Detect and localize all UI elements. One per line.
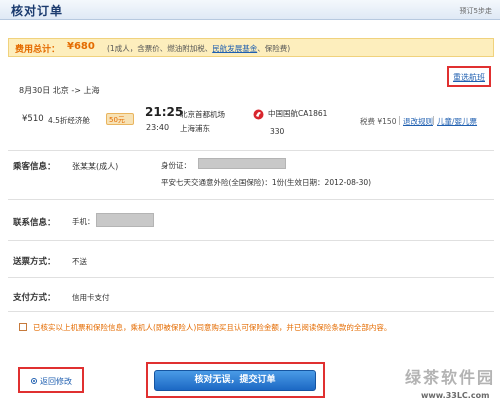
phone-number-redacted <box>96 213 154 227</box>
total-note-prefix: (1成人，含票价、燃油附加税、 <box>107 44 213 53</box>
phone-label: 手机： <box>72 217 95 226</box>
airline-logo-icon <box>253 109 264 120</box>
passenger-name: 张某某(成人) <box>72 162 119 171</box>
id-label: 身份证： <box>161 161 191 170</box>
total-amount: ¥680 <box>67 41 95 52</box>
total-cost-bar: 费用总计： ¥680 (1成人，含票价、燃油附加税、民航发展基金、保险费) <box>8 38 494 57</box>
total-note-suffix: 、保险费) <box>257 44 291 53</box>
section-divider <box>8 150 494 151</box>
back-edit-link[interactable]: 返回修改 <box>40 376 72 387</box>
delivery-label: 送票方式： <box>13 257 56 267</box>
back-edit-highlight[interactable]: 返回修改 <box>18 367 84 393</box>
section-divider <box>8 240 494 241</box>
submit-highlight: 核对无误，提交订单 <box>146 362 325 398</box>
arrival-airport: 上海浦东 <box>180 124 210 133</box>
agreement-text: 已核实以上机票和保险信息，乘机人(即被保险人)同意购买且认可保险金额，并已阅读保… <box>33 323 392 332</box>
contact-label: 联系信息： <box>13 218 56 228</box>
tax-fee: 税费 ¥150 <box>360 117 397 126</box>
ticket-price: ¥510 <box>22 114 44 124</box>
step-indicator: 预订5步走 <box>459 7 492 15</box>
watermark-url: www.33LC.com <box>421 391 490 400</box>
child-infant-ticket-link[interactable]: 儿童/婴儿票 <box>437 116 477 127</box>
airline-name: 中国国航CA1861 <box>268 109 328 118</box>
id-number-redacted <box>198 158 286 169</box>
watermark-brand: 绿茶软件园 <box>405 368 496 387</box>
payment-method: 信用卡支付 <box>72 293 110 302</box>
divider <box>433 116 434 125</box>
rebook-flight-link[interactable]: 重选航班 <box>453 72 485 83</box>
total-label: 费用总计： <box>15 45 61 55</box>
delivery-method: 不送 <box>72 257 87 266</box>
page-title: 核对订单 <box>11 4 64 18</box>
flight-date-route: 8月30日 北京 -> 上海 <box>19 86 100 95</box>
aircraft-type: 330 <box>270 127 285 136</box>
cabin-discount: 4.5折经济舱 <box>48 116 90 125</box>
section-divider <box>8 311 494 312</box>
section-divider <box>8 199 494 200</box>
payment-label: 支付方式： <box>13 293 56 303</box>
cashback-badge: 50元 <box>106 113 134 125</box>
cashback-badge-label: 50元 <box>109 116 125 124</box>
flight-row: ¥510 4.5折经济舱 50元 21:25 北京首都机场 23:40 上海浦东… <box>0 102 500 152</box>
departure-airport: 北京首都机场 <box>180 110 225 119</box>
section-divider <box>8 277 494 278</box>
divider <box>399 116 400 125</box>
page-header: 核对订单 预订5步走 <box>0 0 500 20</box>
departure-time: 21:25 <box>145 105 184 119</box>
refund-rules-link[interactable]: 退改规则 <box>403 116 433 127</box>
development-fund-link[interactable]: 民航发展基金 <box>212 44 257 53</box>
rebook-highlight: 重选航班 <box>447 66 491 87</box>
back-arrow-icon <box>31 378 37 384</box>
passenger-label: 乘客信息： <box>13 162 56 172</box>
agreement-checkbox[interactable] <box>19 323 27 331</box>
total-note: (1成人，含票价、燃油附加税、民航发展基金、保险费) <box>107 43 290 54</box>
watermark-logo: 绿茶软件园 <box>395 364 495 390</box>
submit-order-button[interactable]: 核对无误，提交订单 <box>154 370 316 391</box>
arrival-time: 23:40 <box>146 123 170 132</box>
insurance-info: 平安七天交通意外险(全国保险)：1份(生效日期：2012-08-30) <box>161 178 372 187</box>
